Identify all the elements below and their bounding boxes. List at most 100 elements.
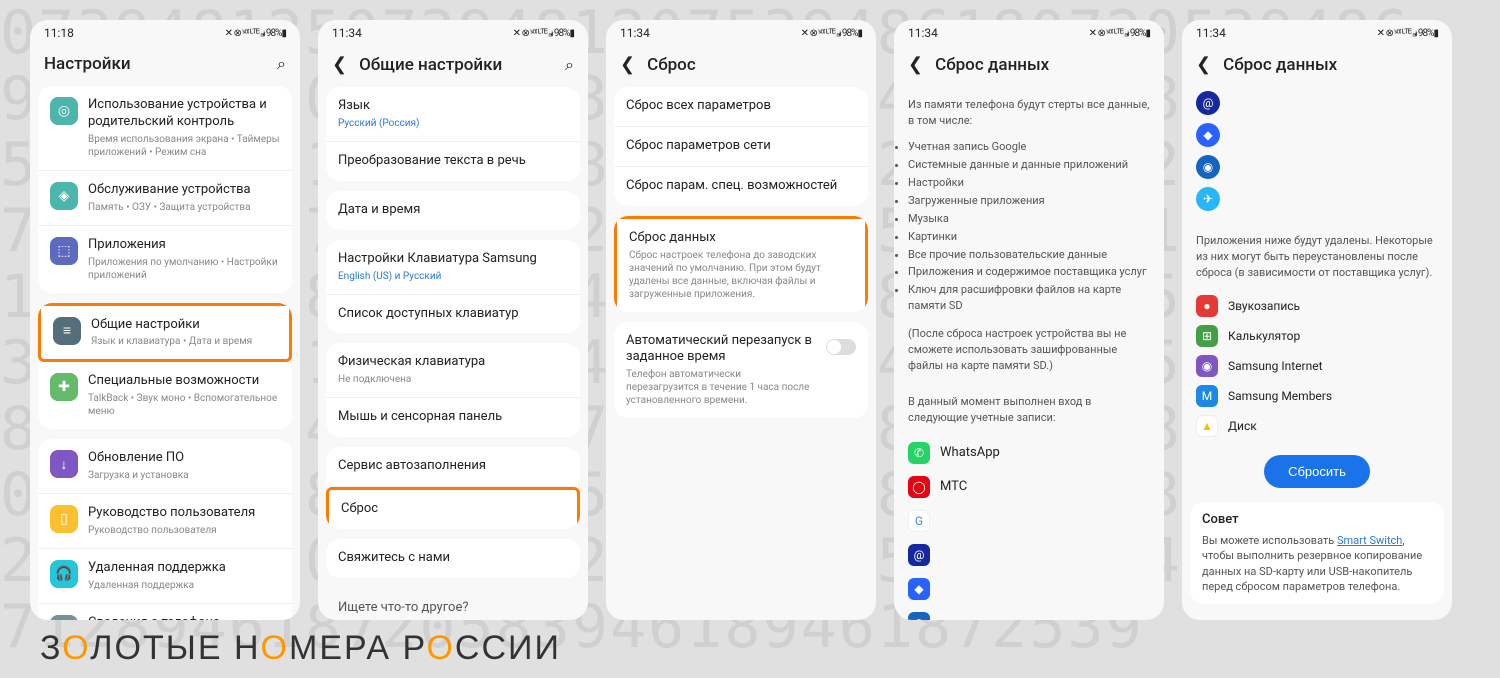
row-icon: ≡	[53, 317, 81, 345]
status-icons: ✕ ⊗ ᵛᵒᵗ ᴸᵀᴱ ₐₗₗ 98%▮	[1089, 28, 1150, 39]
settings-row[interactable]: Физическая клавиатураНе подключена	[326, 343, 580, 398]
settings-row[interactable]: Мышь и сенсорная панель	[326, 398, 580, 437]
search-icon[interactable]: ⌕	[565, 55, 574, 75]
row-icon: ▯	[50, 505, 78, 533]
account-icon: ◆	[908, 578, 930, 600]
row-subtitle: Телефон автоматически перезагрузится в т…	[626, 368, 816, 407]
row-text: Сброс	[341, 501, 565, 518]
row-subtitle: Загрузка и установка	[88, 469, 280, 482]
time: 11:34	[908, 26, 938, 40]
settings-row[interactable]: Сброс параметров сети	[614, 127, 868, 167]
settings-row[interactable]: Автоматический перезапуск в заданное вре…	[614, 322, 868, 419]
settings-row[interactable]: Свяжитесь с нами	[326, 539, 580, 578]
back-icon[interactable]: ❮	[1196, 54, 1215, 75]
card: Сброс данных Сброс настроек телефона до з…	[614, 216, 868, 312]
time: 11:34	[620, 26, 650, 40]
row-text: Автоматический перезапуск в заданное вре…	[626, 333, 816, 408]
apps-list: ●Звукозапись⊞Калькулятор◉Samsung Interne…	[1182, 291, 1452, 441]
app-row: ●Звукозапись	[1182, 291, 1452, 321]
back-icon[interactable]: ❮	[332, 54, 351, 75]
content: @◆◉✈ Приложения ниже будут удалены. Неко…	[1182, 87, 1452, 620]
settings-row[interactable]: ≡ Общие настройкиЯзык и клавиатура • Дата…	[38, 303, 292, 363]
app-icon: @	[1196, 91, 1220, 115]
row-title: Мышь и сенсорная панель	[338, 409, 568, 426]
row-text: ЯзыкРусский (Россия)	[338, 98, 568, 130]
status-bar: 11:34 ✕ ⊗ ᵛᵒᵗ ᴸᵀᴱ ₐₗₗ 98%▮	[894, 20, 1164, 46]
row-title: Физическая клавиатура	[338, 354, 568, 371]
time: 11:34	[332, 26, 362, 40]
apps-intro: Приложения ниже будут удалены. Некоторые…	[1182, 223, 1452, 291]
row-title: Сброс	[341, 501, 565, 518]
intro-text: Из памяти телефона будут стерты все данн…	[894, 87, 1164, 139]
account-row: @	[894, 538, 1164, 572]
settings-row[interactable]: 🎧Удаленная поддержкаУдаленная поддержка	[38, 549, 292, 604]
app-icon: M	[1196, 385, 1218, 407]
settings-row[interactable]: ◎Использование устройства и родительский…	[38, 86, 292, 171]
app-name: Samsung Members	[1228, 389, 1332, 403]
back-icon[interactable]: ❮	[620, 54, 639, 75]
row-title: Сброс параметров сети	[626, 138, 856, 155]
back-icon[interactable]: ❮	[908, 54, 927, 75]
row-title: Язык	[338, 98, 568, 115]
row-text: Дата и время	[338, 202, 568, 219]
row-text: Список доступных клавиатур	[338, 306, 568, 323]
app-icon: ◉	[1196, 155, 1220, 179]
row-icon: ↓	[50, 450, 78, 478]
page-title: Общие настройки	[359, 55, 557, 75]
page-title: Сброс	[647, 55, 862, 75]
settings-row[interactable]: ◈Обслуживание устройстваПамять • ОЗУ • З…	[38, 171, 292, 226]
settings-row[interactable]: ⓘСведения о телефонеСостояние • Юридичес…	[38, 604, 292, 620]
row-title: Сброс парам. спец. возможностей	[626, 178, 856, 195]
phones-container: 11:18 ✕ ⊗ ᵛᵒᵗ ᴸᵀᴱ ₐₗₗ 98%▮ Настройки ⌕ ◎…	[30, 20, 1470, 620]
phone-4-factory-reset-info: 11:34 ✕ ⊗ ᵛᵒᵗ ᴸᵀᴱ ₐₗₗ 98%▮ ❮ Сброс данны…	[894, 20, 1164, 620]
settings-row[interactable]: Сброс данных Сброс настроек телефона до з…	[614, 216, 868, 312]
row-title: Специальные возможности	[88, 373, 280, 390]
app-icon: ◆	[1196, 123, 1220, 147]
settings-row[interactable]: Сброс парам. спец. возможностей	[614, 167, 868, 206]
row-title: Сервис автозаполнения	[338, 458, 568, 475]
row-subtitle: Язык и клавиатура • Дата и время	[91, 335, 277, 348]
content: ЯзыкРусский (Россия) Преобразование текст…	[318, 87, 588, 620]
search-icon[interactable]: ⌕	[277, 54, 286, 74]
account-row: ◆	[894, 572, 1164, 606]
row-title: Преобразование текста в речь	[338, 153, 568, 170]
app-row: ▲Диск	[1182, 411, 1452, 441]
row-text: Общие настройкиЯзык и клавиатура • Дата …	[91, 317, 277, 349]
card: Настройки Клавиатура SamsungEnglish (US)…	[326, 240, 580, 334]
settings-row[interactable]: ✚Специальные возможностиTalkBack • Звук …	[38, 362, 292, 429]
row-title: Сброс данных	[629, 230, 853, 247]
account-row: ✆WhatsApp	[894, 436, 1164, 470]
settings-row[interactable]: Настройки Клавиатура SamsungEnglish (US)…	[326, 240, 580, 295]
settings-row[interactable]: ⬚ПриложенияПриложения по умолчанию • Нас…	[38, 226, 292, 293]
header: Настройки ⌕	[30, 46, 300, 86]
toggle-switch[interactable]	[826, 339, 856, 355]
app-icon: ⊞	[1196, 325, 1218, 347]
settings-row[interactable]: ▯Руководство пользователяРуководство пол…	[38, 494, 292, 549]
settings-row[interactable]: Дата и время	[326, 191, 580, 230]
row-title: Список доступных клавиатур	[338, 306, 568, 323]
settings-card-3: ↓Обновление ПОЗагрузка и установка▯Руков…	[38, 439, 292, 620]
settings-card-1: ◎Использование устройства и родительский…	[38, 86, 292, 293]
app-name: Диск	[1228, 419, 1257, 433]
card: Дата и время	[326, 191, 580, 230]
settings-row[interactable]: Сервис автозаполнения	[326, 447, 580, 487]
account-row: ◯МТС	[894, 470, 1164, 504]
status-bar: 11:18 ✕ ⊗ ᵛᵒᵗ ᴸᵀᴱ ₐₗₗ 98%▮	[30, 20, 300, 46]
bullet-item: Музыка	[908, 211, 1150, 227]
settings-row[interactable]: Список доступных клавиатур	[326, 295, 580, 334]
row-subtitle: Сброс настроек телефона до заводских зна…	[629, 249, 853, 301]
tip-title: Совет	[1202, 512, 1432, 527]
row-title: Общие настройки	[91, 317, 277, 334]
settings-row[interactable]: Сброс всех параметров	[614, 87, 868, 127]
reset-button[interactable]: Сбросить	[1264, 455, 1370, 488]
settings-row[interactable]: ЯзыкРусский (Россия)	[326, 87, 580, 142]
bullet-list: Учетная запись GoogleСистемные данные и …	[894, 139, 1164, 326]
smart-switch-link[interactable]: Smart Switch	[1337, 534, 1402, 547]
status-icons: ✕ ⊗ ᵛᵒᵗ ᴸᵀᴱ ₐₗₗ 98%▮	[1377, 28, 1438, 39]
header: ❮ Сброс	[606, 46, 876, 87]
app-name: Калькулятор	[1228, 329, 1300, 343]
account-name: WhatsApp	[940, 445, 1000, 460]
settings-row[interactable]: ↓Обновление ПОЗагрузка и установка	[38, 439, 292, 494]
settings-row[interactable]: Сброс	[326, 487, 580, 529]
settings-row[interactable]: Преобразование текста в речь	[326, 142, 580, 181]
